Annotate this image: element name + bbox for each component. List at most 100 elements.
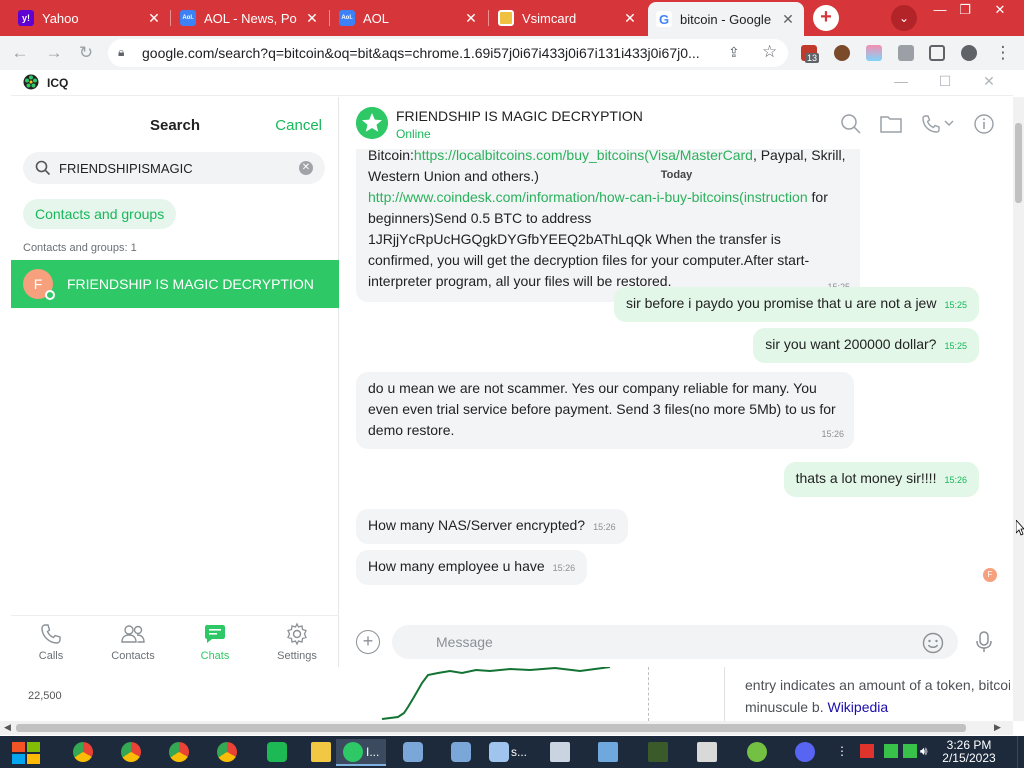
message-link[interactable]: https://localbitcoins.com/buy_bitcoins(V…: [414, 149, 753, 163]
nav-contacts[interactable]: Contacts: [93, 622, 173, 662]
message-input[interactable]: [392, 625, 892, 659]
minimize-button[interactable]: —: [926, 2, 954, 18]
app-icon[interactable]: [747, 742, 767, 762]
bookmark-star-icon[interactable]: ☆: [762, 42, 777, 62]
restore-button[interactable]: ❐: [951, 2, 979, 18]
show-desktop-button[interactable]: [1017, 736, 1024, 768]
close-icon[interactable]: ✕: [463, 10, 479, 27]
scroll-left-arrow[interactable]: ◀: [4, 722, 11, 733]
window-app-icon[interactable]: [598, 742, 618, 762]
icq-logo-icon: [23, 74, 39, 90]
reload-button[interactable]: ↻: [76, 43, 96, 63]
chat-title[interactable]: FRIENDSHIP IS MAGIC DECRYPTION: [396, 108, 643, 124]
scroll-right-arrow[interactable]: ▶: [994, 722, 1001, 733]
close-window-button[interactable]: ✕: [986, 2, 1014, 18]
nav-label: Settings: [277, 650, 317, 662]
chrome-icon[interactable]: [73, 742, 93, 762]
icq-titlebar: ICQ — ☐ ✕: [11, 70, 1013, 96]
search-input[interactable]: FRIENDSHIPISMAGIC ✕: [23, 152, 325, 184]
scrollbar-thumb[interactable]: [1015, 123, 1022, 203]
address-bar[interactable]: 🔒︎ google.com/search?q=bitcoin&oq=bit&aq…: [108, 39, 788, 67]
extension-icon[interactable]: [866, 45, 882, 61]
background-browser-page: 22,500 entry indicates an amount of a to…: [0, 667, 1013, 721]
new-tab-button[interactable]: +: [813, 5, 839, 31]
tab-aol[interactable]: Aol. AOL ✕: [331, 4, 487, 32]
chart-divider: [648, 667, 649, 721]
message-incoming[interactable]: do u mean we are not scammer. Yes our co…: [356, 372, 854, 449]
back-button[interactable]: ←: [10, 43, 30, 63]
message-outgoing[interactable]: sir you want 200000 dollar? 15:25: [753, 328, 979, 363]
knowledge-panel-snippet: entry indicates an amount of a token, bi…: [745, 674, 1010, 718]
chrome-icon[interactable]: [121, 742, 141, 762]
nav-chats[interactable]: Chats: [175, 622, 255, 662]
menu-icon[interactable]: ⋮: [993, 43, 1013, 63]
close-icon[interactable]: ✕: [622, 10, 638, 27]
folder-icon[interactable]: [879, 113, 903, 135]
extension-avatar-icon[interactable]: [834, 45, 850, 61]
network-app-icon[interactable]: [403, 742, 423, 762]
close-icon[interactable]: ✕: [304, 10, 320, 27]
maximize-button[interactable]: ☐: [935, 73, 955, 90]
tab-label: Yahoo: [42, 10, 79, 26]
printer-app-icon[interactable]: [550, 742, 570, 762]
nav-settings[interactable]: Settings: [257, 622, 337, 662]
share-icon[interactable]: ⇪: [728, 44, 740, 61]
contacts-groups-filter[interactable]: Contacts and groups: [23, 199, 177, 229]
calculator-app-icon[interactable]: [697, 742, 717, 762]
chrome-icon[interactable]: [169, 742, 189, 762]
message-list[interactable]: Bitcoin:https://localbitcoins.com/buy_bi…: [340, 149, 1013, 609]
tab-vsimcard[interactable]: Vsimcard ✕: [490, 4, 646, 32]
tab-label: Vsimcard: [522, 10, 577, 26]
panel-divider: [724, 667, 725, 721]
wikipedia-link[interactable]: Wikipedia: [827, 699, 888, 715]
close-icon[interactable]: ✕: [146, 10, 162, 27]
horizontal-scrollbar[interactable]: ◀ ▶: [0, 721, 1013, 735]
nav-calls[interactable]: Calls: [11, 622, 91, 662]
close-icon[interactable]: ✕: [780, 11, 796, 28]
volume-icon[interactable]: 🔊︎: [920, 744, 934, 758]
clear-search-icon[interactable]: ✕: [299, 161, 313, 175]
call-menu-icon[interactable]: [920, 113, 956, 135]
search-result-contact[interactable]: F FRIENDSHIP IS MAGIC DECRYPTION: [11, 260, 339, 308]
profile-icon[interactable]: [961, 45, 977, 61]
discord-icon[interactable]: [795, 742, 815, 762]
chrome-icon[interactable]: [217, 742, 237, 762]
file-explorer-icon[interactable]: [311, 742, 331, 762]
close-button[interactable]: ✕: [979, 73, 999, 90]
message-incoming[interactable]: How many NAS/Server encrypted? 15:26: [356, 509, 628, 544]
search-icon[interactable]: [840, 113, 862, 135]
network-app-icon[interactable]: [451, 742, 471, 762]
forward-button[interactable]: →: [44, 43, 64, 63]
cancel-button[interactable]: Cancel: [275, 117, 322, 134]
attach-button[interactable]: +: [356, 630, 380, 654]
tab-aol-news[interactable]: Aol. AOL - News, Po ✕: [172, 4, 328, 32]
message-link[interactable]: http://www.coindesk.com/information/how-…: [368, 189, 808, 205]
app-icon[interactable]: [489, 742, 509, 762]
tab-bitcoin-google[interactable]: G bitcoin - Google ✕: [648, 2, 804, 36]
game-app-icon[interactable]: [648, 742, 668, 762]
extensions-puzzle-icon[interactable]: [898, 45, 914, 61]
display-icon[interactable]: [903, 744, 917, 758]
overflow-icon[interactable]: ⋮: [836, 744, 850, 758]
flag-icon[interactable]: [860, 744, 874, 758]
scrollbar-thumb[interactable]: [16, 724, 966, 732]
start-button-icon[interactable]: [10, 740, 44, 766]
system-clock[interactable]: 3:26 PM 2/15/2023: [938, 739, 1000, 765]
emoji-icon[interactable]: [922, 632, 944, 654]
side-panel-icon[interactable]: [929, 45, 945, 61]
page-scrollbar[interactable]: [1013, 97, 1024, 721]
minimize-button[interactable]: —: [891, 73, 911, 89]
browser-tab-strip: y! Yahoo ✕ Aol. AOL - News, Po ✕ Aol. AO…: [0, 0, 1024, 36]
chat-avatar[interactable]: [356, 107, 388, 139]
microphone-icon[interactable]: [974, 630, 994, 654]
info-icon[interactable]: [973, 113, 995, 135]
tab-search-button[interactable]: ⌄: [891, 5, 917, 31]
message-outgoing[interactable]: sir before i paydo you promise that u ar…: [613, 287, 979, 322]
phone-icon: [41, 624, 61, 644]
message-incoming[interactable]: How many employee u have 15:26: [356, 550, 588, 585]
chat-app-icon[interactable]: [267, 742, 287, 762]
icq-icon: [343, 742, 363, 762]
network-icon[interactable]: [884, 744, 898, 758]
message-outgoing[interactable]: thats a lot money sir!!!! 15:26: [783, 462, 979, 497]
tab-yahoo[interactable]: y! Yahoo ✕: [10, 4, 170, 32]
